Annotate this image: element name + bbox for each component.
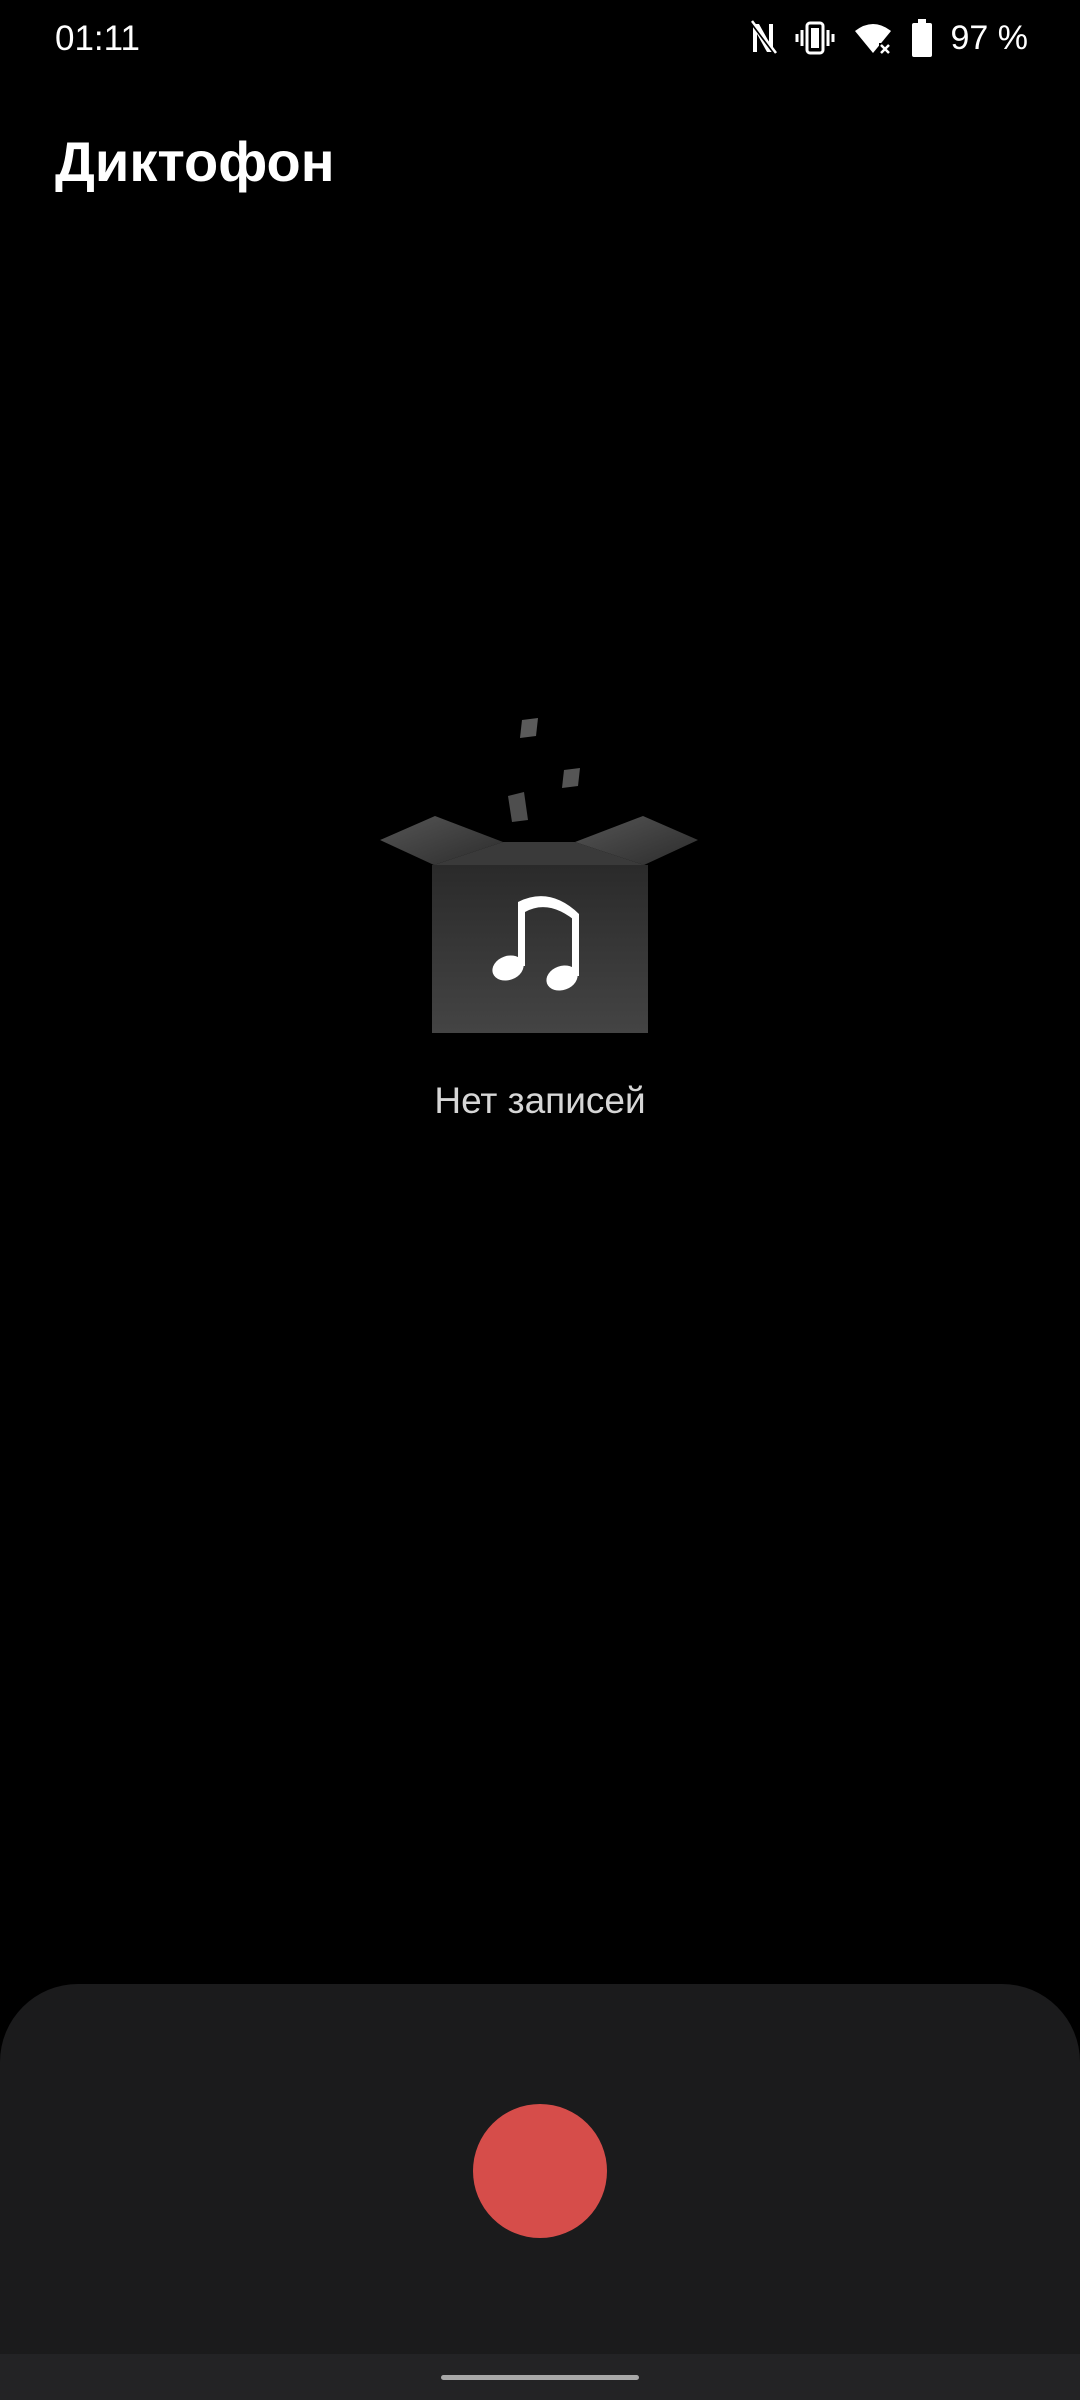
open-box-music-note-icon	[378, 710, 702, 1040]
page-title: Диктофон	[55, 130, 335, 193]
empty-state-message: Нет записей	[434, 1080, 646, 1121]
wifi-icon	[853, 21, 893, 55]
status-bar: 01:11 97 %	[0, 0, 1080, 80]
gesture-handle[interactable]	[441, 2375, 639, 2380]
status-icons: 97 %	[749, 16, 1029, 60]
status-time: 01:11	[55, 19, 140, 58]
nfc-icon	[749, 20, 777, 56]
battery-icon	[911, 19, 933, 57]
record-button[interactable]	[473, 2104, 607, 2238]
vibrate-icon	[795, 20, 835, 56]
battery-percentage: 97 %	[950, 19, 1029, 57]
